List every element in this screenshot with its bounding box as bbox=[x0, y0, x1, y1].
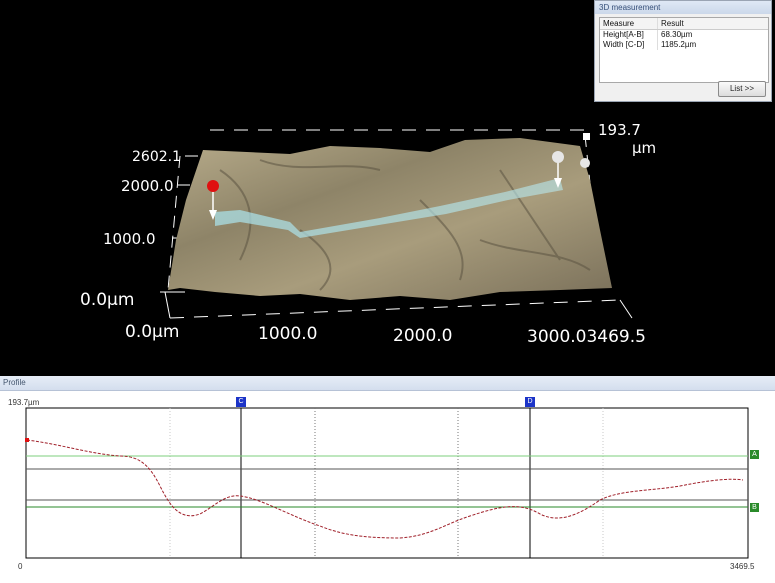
profile-graph[interactable] bbox=[0, 376, 775, 583]
profile-y-max: 193.7µm bbox=[8, 398, 40, 407]
point-a-marker[interactable] bbox=[207, 180, 219, 192]
measurement-table: Measure Result Height[A-B] 68.30µm Width… bbox=[599, 17, 769, 83]
z-axis-marker bbox=[580, 158, 590, 168]
column-result: Result bbox=[661, 19, 684, 28]
profile-start-point bbox=[25, 438, 29, 442]
x-tick-3000: 3000.03469.5 bbox=[527, 327, 646, 347]
measurement-window-title: 3D measurement bbox=[595, 1, 771, 14]
y-tick-2602: 2602.1 bbox=[132, 149, 181, 165]
x-tick-0: 0.0µm bbox=[125, 322, 180, 342]
marker-c[interactable]: C bbox=[236, 397, 246, 407]
z-unit-label: µm bbox=[632, 139, 657, 157]
x-tick-2000: 2000.0 bbox=[393, 326, 453, 346]
z-axis-top-marker bbox=[583, 133, 590, 140]
marker-a[interactable]: A bbox=[750, 450, 759, 459]
y-tick-1000: 1000.0 bbox=[103, 230, 156, 248]
profile-x-start: 0 bbox=[18, 562, 23, 571]
measurement-window[interactable]: 3D measurement Measure Result Height[A-B… bbox=[594, 0, 772, 102]
3d-viewer[interactable]: 193.7 µm 2602.1 2000.0 1000.0 0.0µm 0.0µ… bbox=[0, 0, 775, 376]
y-tick-0: 0.0µm bbox=[80, 290, 135, 310]
y-tick-2000: 2000.0 bbox=[121, 177, 174, 195]
profile-x-end: 3469.5 bbox=[730, 562, 755, 571]
profile-panel: Profile 193.7µm 0 3469.5 C D A B bbox=[0, 376, 775, 583]
table-row[interactable]: Width [C-D] 1185.2µm bbox=[600, 40, 768, 50]
x-tick-1000: 1000.0 bbox=[258, 324, 318, 344]
column-measure: Measure bbox=[600, 18, 658, 29]
point-b-marker[interactable] bbox=[552, 151, 564, 163]
profile-frame bbox=[25, 407, 749, 559]
list-button[interactable]: List >> bbox=[718, 81, 766, 97]
table-row[interactable]: Height[A-B] 68.30µm bbox=[600, 30, 768, 40]
z-max-label: 193.7 bbox=[598, 121, 641, 139]
marker-d[interactable]: D bbox=[525, 397, 535, 407]
marker-b[interactable]: B bbox=[750, 503, 759, 512]
